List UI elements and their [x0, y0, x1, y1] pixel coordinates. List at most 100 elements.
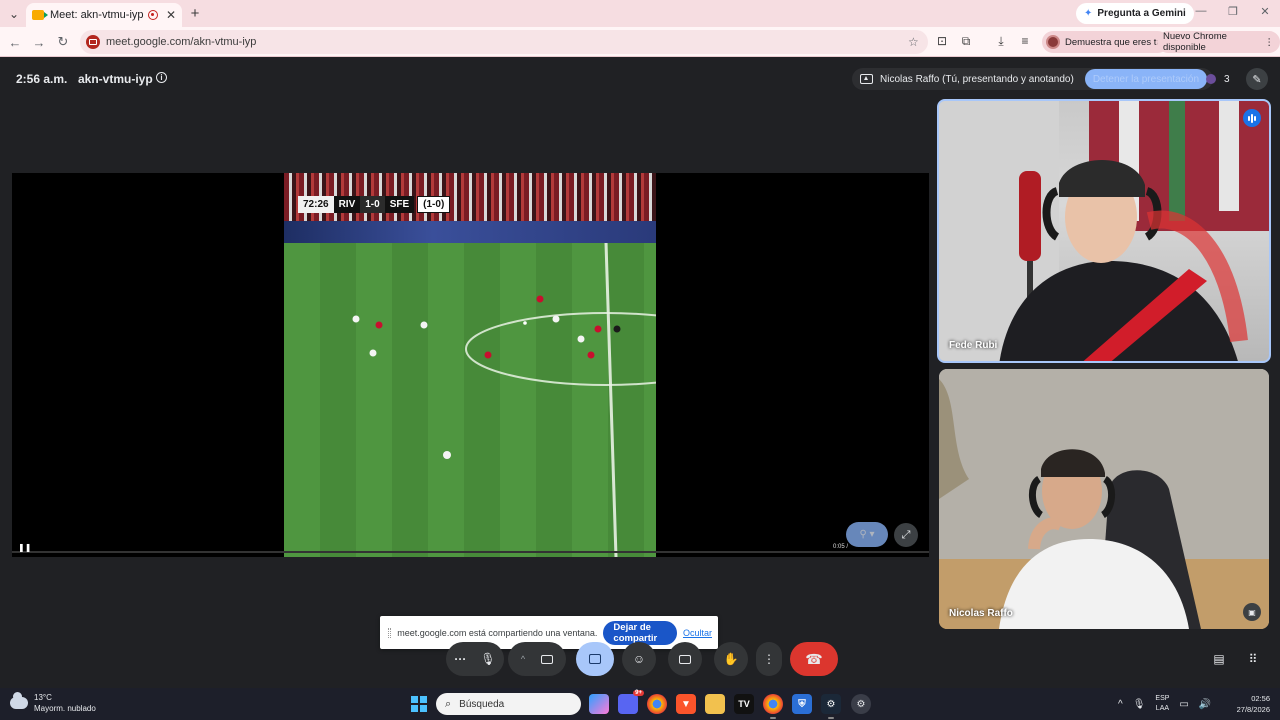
system-tray: ^ 🎙 ESP LAA ▭ 🔊 [1118, 688, 1211, 720]
video-options-chevron-icon[interactable]: ^ [521, 654, 525, 664]
profile-avatar [1046, 35, 1060, 49]
more-vert-icon: ⋮ [763, 652, 775, 666]
hand-icon: ✋ [723, 652, 739, 666]
activities-grid-icon[interactable]: ⠿ [1242, 650, 1264, 668]
pin-icon: ⚲ ▾ [859, 529, 875, 540]
meet-favicon-icon [32, 10, 48, 20]
tray-expand-chevron-icon[interactable]: ^ [1118, 699, 1123, 710]
reload-button[interactable]: ↻ [54, 33, 72, 51]
lang-layout: LAA [1155, 705, 1170, 712]
chrome-update-label: Nuevo Chrome disponible [1163, 31, 1227, 53]
captions-button[interactable] [668, 642, 702, 676]
stop-sharing-button[interactable]: Dejar de compartir [603, 620, 677, 645]
temperature: 13°C [34, 693, 52, 702]
end-call-button[interactable]: ☎ [790, 642, 838, 676]
hide-link[interactable]: Ocultar [683, 628, 712, 638]
meeting-info-icon[interactable]: i [156, 72, 167, 83]
browser-tab-strip: ⌄ Meet: akn-vtmu-iyp ✕ + ✦ Pregunta a Ge… [0, 0, 1280, 27]
stop-presenting-button[interactable]: Detener la presentación [1084, 69, 1208, 89]
site-info-icon[interactable] [86, 35, 100, 49]
more-options-button[interactable]: ⋮ [756, 642, 782, 676]
profile-verify-label: Demuestra que eres tú [1065, 36, 1162, 48]
pin-present-button[interactable]: ⚲ ▾ [846, 522, 888, 547]
present-screen-icon [589, 654, 601, 664]
reactions-button[interactable]: ☺ [622, 642, 656, 676]
new-tab-button[interactable]: + [186, 4, 204, 22]
annotate-pen-icon[interactable]: ✎ [1246, 68, 1268, 90]
profile-verify-button[interactable]: Demuestra que eres tú [1042, 31, 1169, 53]
tray-microphone-icon[interactable]: 🎙 [1133, 699, 1146, 710]
chrome-update-button[interactable]: Nuevo Chrome disponible ⋮ [1157, 31, 1280, 53]
steam-icon[interactable]: ⚙ [821, 694, 841, 719]
more-menu-icon[interactable]: ⋮ [1265, 37, 1275, 48]
present-button[interactable] [576, 642, 614, 676]
download-icon[interactable]: ⤓ [993, 34, 1009, 49]
tab-capture-icon[interactable]: ⊡ [934, 34, 950, 48]
participants-button[interactable]: 3 [1198, 68, 1240, 90]
emoji-icon: ☺ [632, 652, 646, 666]
close-window-button[interactable]: ✕ [1250, 5, 1280, 18]
chat-icon[interactable]: ▤ [1208, 650, 1230, 668]
address-bar[interactable]: meet.google.com/akn-vtmu-iyp ☆ [80, 30, 928, 54]
captions-icon [679, 654, 691, 664]
display-icon[interactable]: ▭ [1179, 699, 1188, 710]
clock-date: 27/8/2026 [1236, 705, 1270, 714]
chrome-active-icon[interactable] [763, 694, 783, 719]
taskbar-search[interactable]: ⌕ Búsqueda [436, 693, 581, 715]
shield-icon[interactable]: ⛨ [792, 694, 812, 714]
system-clock[interactable]: 02:56 27/8/2026 [1228, 693, 1270, 715]
microphone-icon[interactable]: 🎙 [480, 652, 495, 666]
tab-close-icon[interactable]: ✕ [166, 8, 176, 22]
weather-widget[interactable]: 13°C Mayorm. nublado [10, 692, 96, 714]
input-language[interactable]: ESP LAA [1155, 694, 1169, 714]
bookmark-star-icon[interactable]: ☆ [908, 35, 928, 49]
camera-icon[interactable] [541, 654, 554, 664]
meeting-clock: 2:56 a.m. [16, 72, 68, 86]
back-button[interactable]: ← [6, 33, 24, 51]
raise-hand-button[interactable]: ✋ [714, 642, 748, 676]
brave-icon[interactable]: ▼ [676, 694, 696, 714]
participant-count: 3 [1224, 73, 1230, 85]
players [375, 295, 602, 359]
restore-button[interactable]: ❐ [1218, 5, 1248, 18]
fullscreen-expand-icon[interactable]: ⤢ [894, 523, 918, 547]
windows-taskbar: 13°C Mayorm. nublado ⌕ Búsqueda 9+ ▼ TV … [0, 688, 1280, 720]
sharing-message: meet.google.com está compartiendo una ve… [397, 627, 598, 638]
participant-tile-fede[interactable]: Fede Rubi [937, 99, 1271, 363]
participant-name: Fede Rubi [949, 340, 998, 351]
gemini-button[interactable]: ✦ Pregunta a Gemini [1076, 3, 1194, 24]
gemini-sparkle-icon: ✦ [1084, 8, 1093, 19]
camera-feed-nicolas [939, 369, 1269, 629]
extensions-icon[interactable]: ⧉ [958, 34, 974, 49]
tab-meet[interactable]: Meet: akn-vtmu-iyp ✕ [26, 3, 182, 27]
minimize-button[interactable]: — [1186, 5, 1216, 17]
tab-search-chevron-icon[interactable]: ⌄ [4, 4, 24, 24]
video-seek-bar[interactable] [12, 551, 929, 553]
drag-handle-icon[interactable] [388, 627, 392, 638]
settings-gear-icon[interactable]: ⚙ [851, 694, 871, 714]
chrome-icon[interactable] [647, 694, 667, 714]
media-controls-icon[interactable]: ≡ [1017, 34, 1033, 48]
copilot-icon[interactable] [589, 694, 609, 714]
audio-options-icon[interactable]: ··· [454, 652, 466, 666]
browser-toolbar: ← → ↻ meet.google.com/akn-vtmu-iyp ☆ ⊡ ⧉… [0, 27, 1280, 57]
present-screen-icon [860, 74, 873, 84]
pip-tile-icon[interactable]: ▣ [1243, 603, 1261, 621]
tradingview-icon[interactable]: TV [734, 694, 754, 714]
pause-icon[interactable]: ❚❚ [18, 543, 31, 552]
forward-button[interactable]: → [30, 33, 48, 51]
file-explorer-icon[interactable] [705, 694, 725, 714]
scorebug: 72:26 RIV 1-0 SFE (1-0) [298, 196, 451, 213]
volume-icon[interactable]: 🔊 [1199, 699, 1211, 710]
participant-name: Nicolas Raffo [949, 608, 1013, 619]
taskbar-search-placeholder: Búsqueda [459, 698, 505, 710]
participant-tile-nicolas[interactable]: Nicolas Raffo ▣ [939, 369, 1269, 629]
windows-start-icon[interactable] [411, 696, 427, 712]
cloud-icon [10, 692, 28, 709]
camera-toggle-group: ^ [508, 642, 566, 676]
discord-icon[interactable]: 9+ [618, 690, 644, 714]
match-score: 1-0 [360, 196, 385, 213]
meet-room: 2:56 a.m. akn-vtmu-iyp i Nicolas Raffo (… [0, 58, 1280, 688]
mic-toggle-group: ··· 🎙 [446, 642, 504, 676]
video-time: 0:05 / [833, 544, 849, 550]
